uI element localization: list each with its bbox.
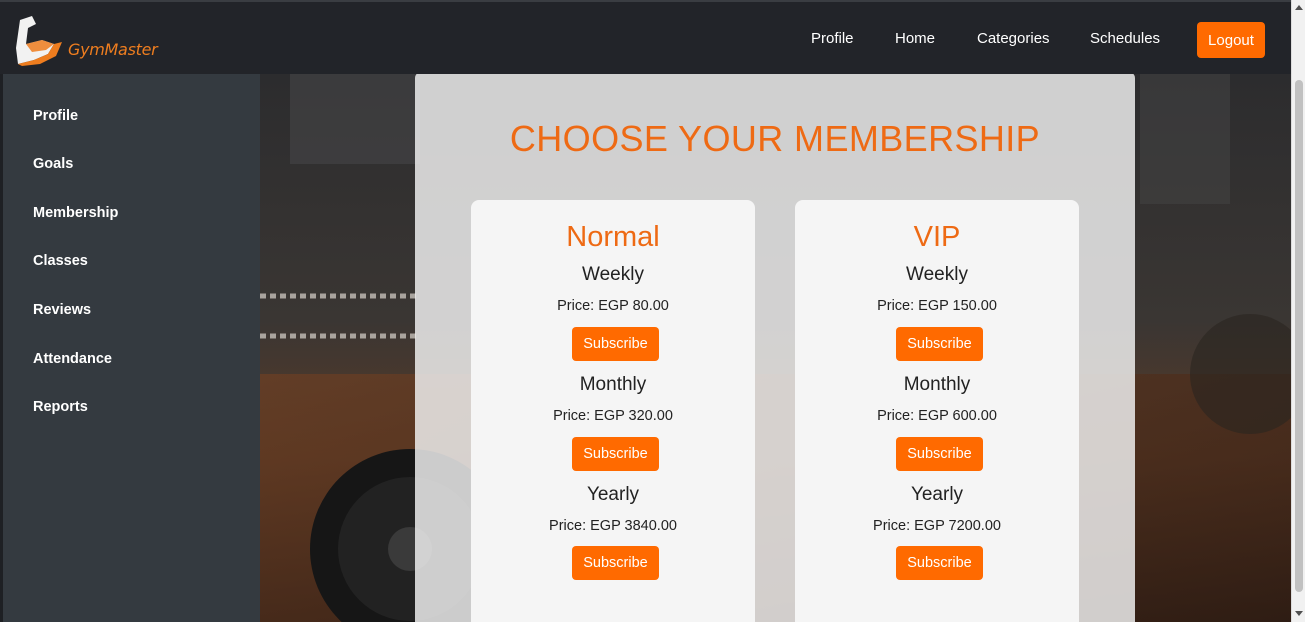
sidebar-item-attendance[interactable]: Attendance	[33, 351, 112, 367]
subscribe-button-normal-yearly[interactable]: Subscribe	[572, 546, 659, 580]
plan-price: Price: EGP 7200.00	[873, 518, 1001, 534]
sidebar-item-classes[interactable]: Classes	[33, 253, 88, 269]
plan-price: Price: EGP 3840.00	[549, 518, 677, 534]
sidebar-item-membership[interactable]: Membership	[33, 205, 118, 221]
plan-card-vip: VIP Weekly Price: EGP 150.00 Subscribe M…	[795, 200, 1079, 622]
nav-link-categories[interactable]: Categories	[977, 30, 1050, 47]
subscribe-button-vip-monthly[interactable]: Subscribe	[896, 437, 983, 471]
plan-price: Price: EGP 320.00	[553, 408, 673, 424]
membership-panel: CHOOSE YOUR MEMBERSHIP Normal Weekly Pri…	[415, 74, 1135, 622]
main-content: CHOOSE YOUR MEMBERSHIP Normal Weekly Pri…	[260, 74, 1291, 622]
plan-period: Weekly	[582, 264, 644, 285]
subscribe-button-vip-weekly[interactable]: Subscribe	[896, 327, 983, 361]
scroll-down-arrow-icon[interactable]	[1295, 611, 1303, 616]
nav-link-home[interactable]: Home	[895, 30, 935, 47]
sidebar-item-goals[interactable]: Goals	[33, 156, 73, 172]
plan-name: Normal	[566, 221, 660, 253]
plan-price: Price: EGP 600.00	[877, 408, 997, 424]
plan-period: Monthly	[579, 374, 647, 395]
top-navbar: GymMaster Profile Home Categories Schedu…	[0, 0, 1291, 74]
page-title: CHOOSE YOUR MEMBERSHIP	[509, 118, 1041, 159]
plan-period: Yearly	[910, 484, 964, 505]
nav-link-schedules[interactable]: Schedules	[1090, 30, 1160, 47]
sidebar-item-reviews[interactable]: Reviews	[33, 302, 91, 318]
scroll-up-arrow-icon[interactable]	[1295, 5, 1303, 10]
nav-link-profile[interactable]: Profile	[811, 30, 854, 47]
plan-period: Monthly	[903, 374, 971, 395]
plan-period: Weekly	[906, 264, 968, 285]
subscribe-button-normal-monthly[interactable]: Subscribe	[572, 437, 659, 471]
nav-links: Profile Home Categories Schedules Logout	[0, 2, 1291, 76]
subscribe-button-normal-weekly[interactable]: Subscribe	[572, 327, 659, 361]
plan-name: VIP	[913, 221, 961, 253]
plan-period: Yearly	[586, 484, 640, 505]
page-scrollbar[interactable]	[1291, 0, 1305, 622]
sidebar-item-profile[interactable]: Profile	[33, 108, 78, 124]
plan-price: Price: EGP 80.00	[557, 298, 669, 314]
subscribe-button-vip-yearly[interactable]: Subscribe	[896, 546, 983, 580]
scrollbar-thumb[interactable]	[1295, 80, 1303, 592]
plan-price: Price: EGP 150.00	[877, 298, 997, 314]
sidebar: Profile Goals Membership Classes Reviews…	[0, 74, 260, 622]
sidebar-item-reports[interactable]: Reports	[33, 399, 88, 415]
logout-button[interactable]: Logout	[1197, 22, 1265, 58]
plan-card-normal: Normal Weekly Price: EGP 80.00 Subscribe…	[471, 200, 755, 622]
